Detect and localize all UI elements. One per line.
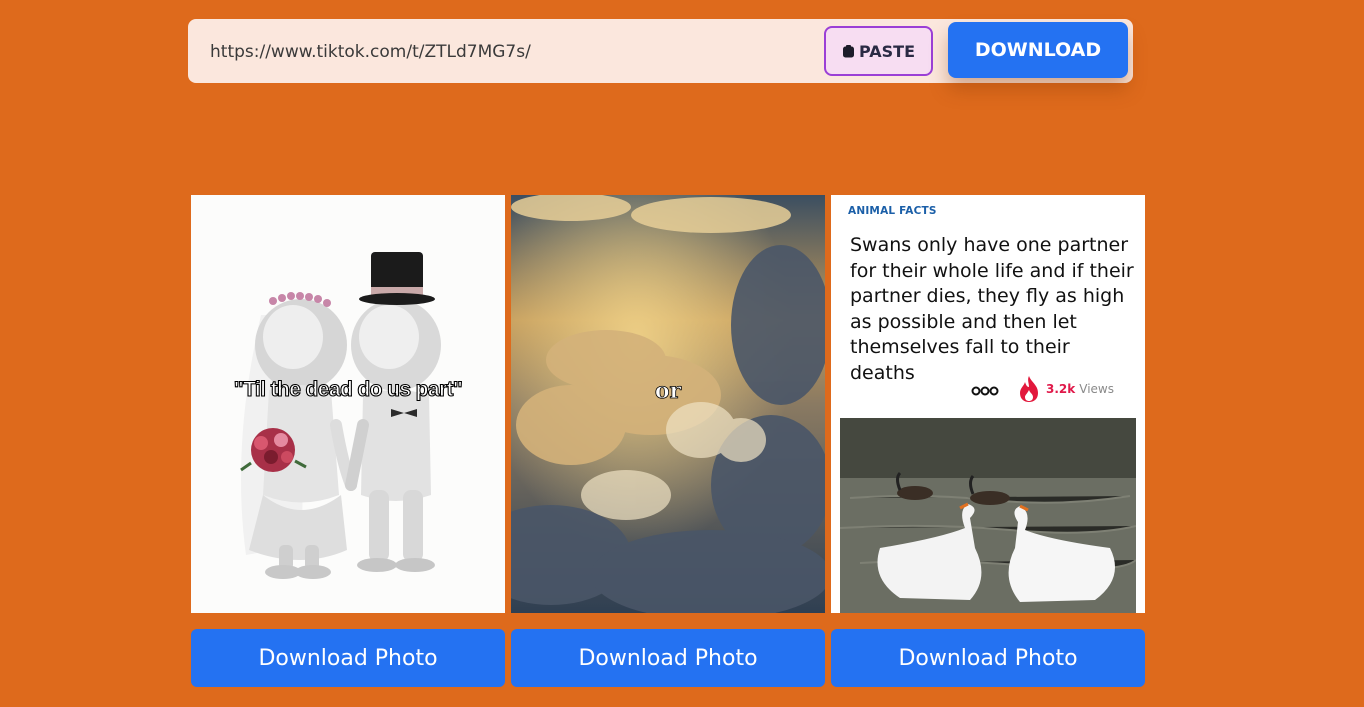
wedding-figures-image [240,252,441,579]
fact-text: Swans only have one partner for their wh… [850,233,1135,386]
views-label: Views [1079,382,1114,396]
paste-button[interactable]: PASTE [824,26,933,76]
fire-icon [1020,376,1038,402]
photo-card-1: "Til the dead do us part" [191,195,505,613]
fact-line: as possible and then let [850,310,1077,333]
image-caption: "Til the dead do us part" [233,377,463,401]
download-button[interactable]: DOWNLOAD [948,22,1128,78]
swans-image [840,418,1136,613]
fact-line: Swans only have one partner [850,234,1129,256]
views-count: 3.2k [1046,382,1076,396]
photo-card-3: ANIMAL FACTS Swans only have one partner… [831,195,1145,613]
paste-label: PASTE [858,41,915,61]
clouds-image [511,195,825,613]
category-tag: ANIMAL FACTS [848,205,937,217]
clipboard-icon [842,44,854,57]
dots-icon [971,386,999,396]
url-bar: PASTE DOWNLOAD [188,19,1133,83]
download-photo-button-1[interactable]: Download Photo [191,629,505,687]
download-photo-button-2[interactable]: Download Photo [511,629,825,687]
url-input[interactable] [208,37,812,67]
image-caption: or [654,378,682,405]
fact-line: for their whole life and if their [850,259,1134,282]
photo-card-2: or [511,195,825,613]
fact-line: partner dies, they fly as high [850,285,1125,307]
download-photo-button-3[interactable]: Download Photo [831,629,1145,687]
views-stats: 3.2k Views [971,375,1114,403]
